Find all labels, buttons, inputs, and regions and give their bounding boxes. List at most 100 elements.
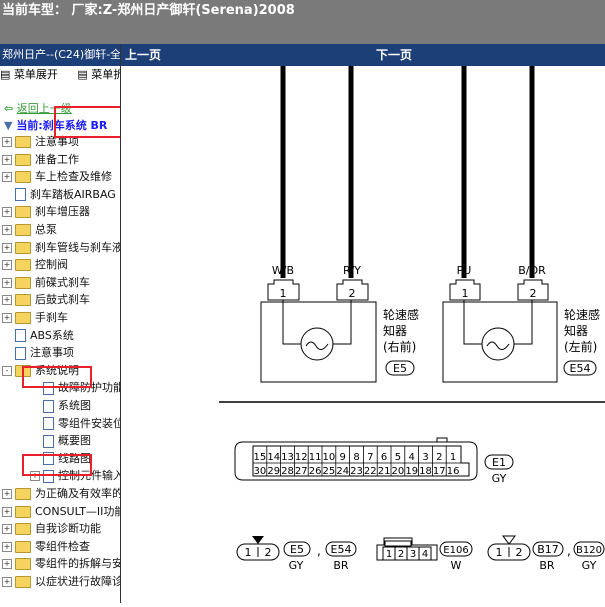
expand-all-menu[interactable]: ▤ 菜单展开	[0, 68, 66, 81]
tree-item-label: 以症状进行故障诊断	[35, 575, 120, 588]
document-icon	[15, 188, 26, 202]
expand-icon[interactable]: +	[2, 277, 12, 288]
tree-item[interactable]: + 为正确及有效率的	[2, 485, 121, 502]
separator: ,	[317, 544, 321, 558]
pin-label: 1	[462, 287, 469, 300]
tree-item[interactable]: ABS系统	[2, 327, 74, 344]
collapse-icon[interactable]: -	[2, 365, 12, 376]
pin-label: 2	[349, 287, 356, 300]
expand-icon[interactable]: +	[2, 489, 12, 499]
tree-item[interactable]: + 准备工作	[2, 151, 79, 168]
folder-icon	[15, 294, 31, 307]
tree-item-label: 准备工作	[35, 152, 79, 166]
tree-item[interactable]: + 前碟式刹车	[2, 274, 90, 291]
expand-icon[interactable]: +	[2, 313, 12, 323]
wiring-diagram-svg: W/B R/Y PU B/OR 1 2 轮速感 知器 (右前) E5 1 2 轮…	[219, 66, 605, 572]
svg-text:2: 2	[516, 546, 523, 559]
sidebar-header: 郑州日产--(C24)御轩-全	[0, 44, 120, 66]
expand-icon[interactable]: +	[2, 524, 12, 535]
expand-icon[interactable]: +	[2, 172, 12, 183]
tree-item-label: 控制阀	[35, 258, 68, 272]
tree-item[interactable]: + 控制阀	[2, 256, 68, 273]
connector-pin: 6	[381, 452, 387, 463]
main-connector: 15 14 13 12 11 10 9 8 7 6 5 4 3 2 130 29 28 27 26 25 24 23 22 2…	[234, 437, 478, 481]
tree-item[interactable]: + 总泵	[2, 221, 57, 238]
connector-pin: 7	[367, 452, 373, 463]
tree-item[interactable]: 系统图	[30, 397, 91, 414]
svg-text:1: 1	[245, 546, 252, 559]
tree-item[interactable]: + 手刹车	[2, 309, 68, 326]
pin-icon: ▼	[4, 119, 13, 132]
connector-pin: 29	[267, 466, 280, 477]
tree-item[interactable]: 概要图	[30, 432, 91, 449]
svg-text:2: 2	[398, 549, 404, 560]
expand-icon[interactable]: +	[2, 207, 12, 218]
tree-item[interactable]: + 后鼓式刹车	[2, 291, 90, 308]
connector-code: E5	[290, 543, 304, 556]
next-page-link[interactable]: 下一页	[376, 44, 412, 66]
tree-item[interactable]: + 自我诊断功能	[2, 520, 101, 537]
connector-pin: 4	[409, 452, 415, 463]
highlight-current	[54, 106, 120, 138]
expand-icon[interactable]: +	[2, 137, 12, 147]
expand-icon[interactable]: +	[2, 541, 12, 552]
expand-icon[interactable]: +	[2, 260, 12, 271]
wire-label: W/B	[272, 264, 294, 277]
connector-pin: 20	[392, 466, 405, 477]
expand-icon[interactable]: +	[2, 559, 12, 570]
folder-icon	[15, 259, 31, 272]
tree-item-label: 刹车踏板AIRBAG	[30, 187, 116, 201]
connector-pin: 14	[267, 452, 280, 463]
tree-item-label: 刹车增压器	[35, 205, 90, 219]
expand-icon[interactable]: +	[2, 506, 12, 517]
folder-icon	[15, 540, 31, 553]
folder-icon	[15, 171, 31, 184]
folder-icon	[15, 224, 31, 236]
tree-item-label: 前碟式刹车	[35, 275, 90, 289]
connector-pin: 30	[254, 466, 267, 477]
highlight-system-description	[22, 366, 92, 388]
svg-text:1: 1	[386, 549, 392, 560]
expand-icon[interactable]: +	[2, 154, 12, 165]
tree-item[interactable]: + CONSULT—II功能	[2, 503, 121, 520]
tree-item[interactable]: 刹车踏板AIRBAG	[2, 186, 116, 203]
tree-item[interactable]: + 零组件的拆解与安装	[2, 555, 120, 572]
expand-icon[interactable]: +	[2, 295, 12, 306]
prev-page-link[interactable]: 上一页	[125, 44, 161, 66]
expand-icon[interactable]: +	[2, 577, 12, 587]
tree-item[interactable]: + 刹车增压器	[2, 203, 90, 220]
svg-text:3: 3	[410, 549, 416, 560]
connector-pin: 11	[309, 452, 322, 463]
connector-color: BR	[539, 559, 555, 572]
tree-item[interactable]: 注意事项	[2, 344, 74, 361]
expand-icon[interactable]: +	[2, 225, 12, 235]
sensor-right-label: (右前)	[383, 339, 416, 354]
connector-code: E106	[443, 545, 468, 556]
tree-item[interactable]: + 零组件检查	[2, 538, 90, 555]
folder-icon	[15, 312, 31, 324]
tree-item-label: 零组件检查	[35, 539, 90, 553]
sensor-left-front: 1 2	[442, 279, 558, 383]
connector-pin: 19	[405, 466, 418, 477]
tree-item-label: CONSULT—II功能	[35, 504, 121, 518]
collapse-all-menu[interactable]: ▤ 菜单折叠	[77, 68, 120, 81]
connector-code: B120	[576, 545, 602, 556]
connector-b17-b120: 1 2	[487, 535, 531, 561]
connector-pin: 15	[254, 452, 267, 463]
tree-item[interactable]: + 以症状进行故障诊断	[2, 573, 120, 590]
connector-pin: 13	[281, 452, 294, 463]
document-icon	[43, 399, 54, 413]
sidebar-menu: ▤ 菜单展开 ▤ 菜单折叠	[0, 66, 120, 84]
tree-item[interactable]: 零组件安装位置	[30, 415, 120, 432]
tree-item[interactable]: + 车上检查及维修	[2, 168, 112, 185]
tree-item[interactable]: + 刹车管线与刹车液	[2, 239, 120, 256]
connector-pin: 16	[447, 466, 460, 477]
wire-label: PU	[457, 264, 472, 277]
tree-item-label: 为正确及有效率的	[35, 487, 121, 500]
connector-pin: 22	[364, 466, 377, 477]
document-icon	[15, 346, 26, 360]
sensor-left-label: (左前)	[564, 339, 597, 354]
expand-icon[interactable]: +	[2, 242, 12, 253]
connector-pin: 21	[378, 466, 391, 477]
wire-label: B/OR	[518, 264, 546, 277]
